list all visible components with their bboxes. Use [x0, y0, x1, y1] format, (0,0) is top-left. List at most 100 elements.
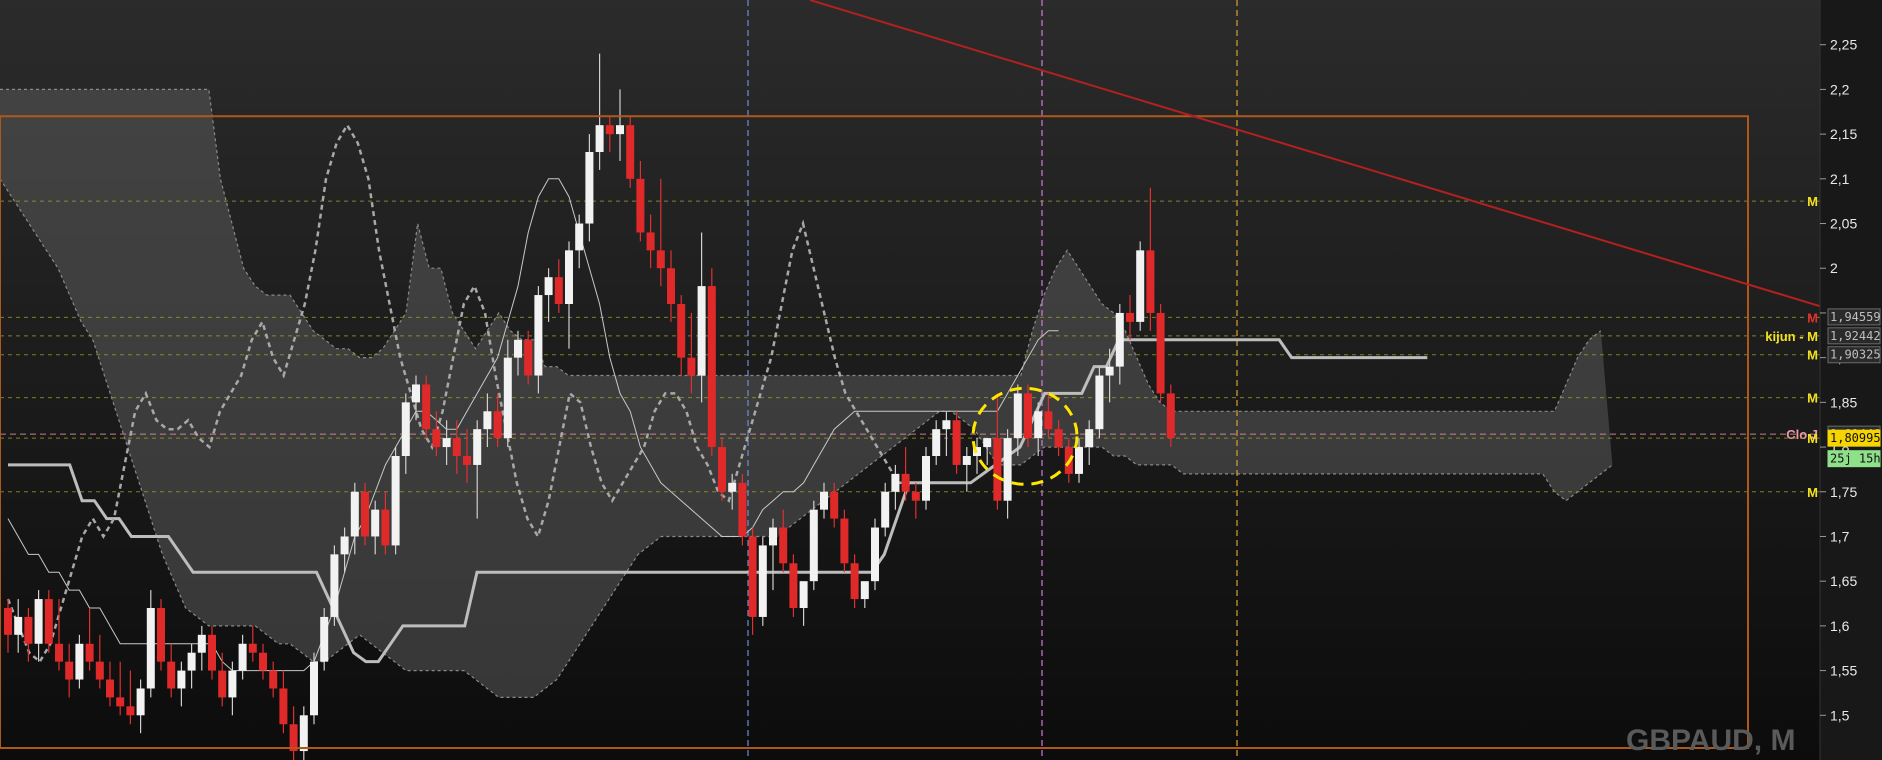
- y-tick-label: 1,5: [1830, 707, 1850, 723]
- candle-body: [697, 286, 706, 376]
- candle-body: [1136, 250, 1145, 322]
- candle-body: [1095, 375, 1104, 430]
- price-box-label: 1,94559: [1830, 310, 1881, 324]
- candle-body: [687, 357, 696, 376]
- candle-body: [483, 411, 492, 430]
- candle-body: [44, 599, 53, 644]
- candle-body: [942, 420, 951, 430]
- candle-body: [269, 670, 278, 689]
- candle-body: [565, 250, 573, 304]
- y-tick-label: 1,55: [1830, 663, 1857, 679]
- candle-body: [167, 661, 176, 689]
- level-tag: M: [1807, 485, 1818, 500]
- candle-body: [748, 536, 757, 617]
- candle-body: [820, 491, 828, 510]
- candle-body: [106, 679, 114, 698]
- y-tick-label: 1,65: [1830, 573, 1857, 589]
- y-tick-label: 1,6: [1830, 618, 1850, 634]
- candle-body: [65, 661, 74, 680]
- candle-body: [544, 277, 553, 296]
- candle-body: [707, 286, 716, 448]
- candle-body: [1085, 429, 1094, 448]
- candle-body: [860, 581, 869, 600]
- level-tag: M: [1807, 194, 1818, 209]
- candle-body: [524, 339, 533, 376]
- candle-body: [738, 482, 747, 537]
- candle-body: [422, 384, 431, 430]
- candlestick-chart[interactable]: MMkijun - MMMClo JMM 2,252,22,152,12,052…: [0, 0, 1882, 760]
- candle-body: [75, 643, 84, 680]
- y-tick-label: 1,85: [1830, 394, 1857, 410]
- candle-body: [1146, 250, 1155, 313]
- price-box: 25j 15h: [1827, 450, 1881, 468]
- candle-body: [259, 652, 267, 671]
- candle-body: [4, 608, 12, 635]
- candle-body: [656, 250, 665, 269]
- candle-body: [391, 456, 400, 546]
- candle-body: [361, 491, 369, 537]
- candle-body: [514, 339, 522, 358]
- candle-body: [595, 125, 604, 152]
- chart-root[interactable]: M Mkijun - M M M Clo JMM 2,25 2,2 2,15 2,1 2,05 2…: [0, 0, 1882, 760]
- candle-body: [1054, 429, 1063, 448]
- price-box: 1,92442: [1827, 327, 1881, 345]
- candle-body: [789, 563, 798, 608]
- candle-body: [871, 527, 879, 582]
- y-tick-label: 1,75: [1830, 484, 1857, 500]
- candle-body: [503, 357, 512, 439]
- candle-body: [350, 491, 359, 537]
- candle-body: [1105, 366, 1114, 376]
- candle-body: [1013, 393, 1022, 439]
- candle-body: [718, 447, 726, 492]
- candle-body: [554, 277, 563, 304]
- symbol-watermark: GBPAUD, M: [1626, 724, 1795, 757]
- price-box: 1,94559: [1827, 308, 1881, 326]
- candle-body: [769, 527, 777, 546]
- price-box: 1,90325: [1827, 346, 1881, 364]
- price-box: 1,80995: [1827, 429, 1881, 447]
- candle-body: [1156, 312, 1165, 394]
- candle-body: [14, 616, 23, 635]
- candle-body: [850, 563, 859, 600]
- candle-body: [126, 706, 135, 716]
- level-tag: kijun - M: [1765, 329, 1818, 344]
- level-tag: M: [1807, 348, 1818, 363]
- y-tick-label: 2,1: [1830, 171, 1850, 187]
- price-box-label: 25j 15h: [1830, 452, 1881, 466]
- level-tag: M: [1807, 431, 1818, 446]
- candle-body: [779, 527, 788, 564]
- candle-body: [636, 178, 645, 233]
- candle-body: [95, 661, 104, 680]
- price-box-label: 1,92442: [1830, 329, 1881, 343]
- candle-body: [136, 688, 145, 716]
- candle-body: [218, 670, 227, 698]
- y-tick-label: 2,2: [1830, 81, 1850, 97]
- candle-body: [473, 429, 482, 465]
- candle-body: [208, 634, 216, 671]
- candle-body: [279, 688, 288, 725]
- y-tick-label: 2,15: [1830, 126, 1857, 142]
- candle-body: [830, 491, 839, 519]
- candle-body: [85, 643, 94, 662]
- candle-body: [1126, 312, 1134, 322]
- candle-body: [116, 697, 125, 707]
- candle-body: [962, 456, 971, 465]
- candle-body: [371, 509, 380, 537]
- candle-body: [55, 643, 63, 662]
- price-box-label: 1,90325: [1830, 348, 1881, 362]
- price-box-label: 1,80995: [1830, 431, 1881, 445]
- y-tick-label: 2,25: [1830, 37, 1857, 53]
- candle-body: [330, 554, 339, 617]
- candle-body: [24, 616, 33, 644]
- candle-body: [34, 599, 43, 644]
- candle-body: [1024, 393, 1032, 439]
- candle-body: [1034, 411, 1043, 439]
- candle-body: [238, 643, 247, 671]
- candle-body: [1003, 438, 1012, 501]
- candle-body: [1115, 312, 1124, 367]
- y-axis-background: [1820, 0, 1882, 760]
- candle-body: [452, 438, 461, 456]
- candle-body: [534, 295, 543, 376]
- candle-body: [952, 420, 961, 465]
- y-tick-label: 1,7: [1830, 528, 1850, 544]
